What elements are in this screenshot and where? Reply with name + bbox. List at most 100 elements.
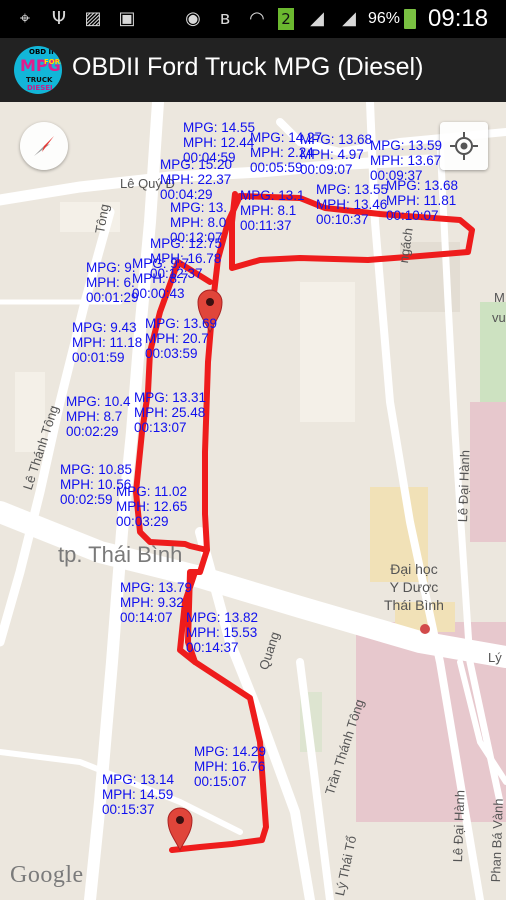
- compass-icon: [34, 136, 54, 156]
- battery-percent: 96%: [368, 10, 401, 27]
- tag-line: MPG: 13.79: [120, 580, 193, 595]
- tag-line: MPH: 8.0: [170, 215, 227, 230]
- tag-line: MPG: 9.: [86, 260, 136, 275]
- mpg-tag[interactable]: MPG: 14.29 MPH: 16.76 00:15:07: [194, 744, 266, 789]
- mpg-tag[interactable]: MPG: 13.68 MPH: 4.97 00:09:07: [300, 132, 372, 177]
- location-icon: ⌖: [19, 8, 31, 29]
- tag-line: MPG: 14.29: [194, 744, 267, 759]
- logo-ford-text: FORD: [44, 58, 62, 66]
- tag-line: MPH: 22.37: [160, 172, 232, 187]
- signal-icon-2: ◢: [342, 8, 356, 29]
- logo-truck-text: TRUCK: [26, 76, 53, 84]
- tag-line: 00:13:07: [134, 420, 187, 435]
- tag-line: MPH: 12.65: [116, 499, 188, 514]
- tag-line: MPH: 11.18: [72, 335, 143, 350]
- tag-line: MPH: 11.81: [386, 193, 457, 208]
- tag-line: MPH: 14.59: [102, 787, 174, 802]
- tag-line: MPG: 13.1: [240, 188, 305, 203]
- mpg-tag[interactable]: MPG: 9.7 MPH: 8.7 00:00:43: [132, 256, 189, 301]
- tag-line: MPG: 14.55: [183, 120, 256, 135]
- tag-line: MPG: 13.82: [186, 610, 259, 625]
- sim-badge: 2: [278, 8, 294, 30]
- tag-line: 00:02:29: [66, 424, 119, 439]
- mpg-tag[interactable]: MPG: 13.31 MPH: 25.48 00:13:07: [134, 390, 206, 435]
- mpg-tag[interactable]: MPG: 13.68 MPH: 11.81 00:10:07: [386, 178, 458, 223]
- logo-diesel-text: DIESEL: [27, 84, 55, 92]
- place-label-line: Y Dược: [389, 579, 439, 595]
- tag-line: MPG: 12.75: [150, 236, 223, 251]
- mpg-tag[interactable]: MPG: 13.82 MPH: 15.53 00:14:37: [186, 610, 258, 655]
- street-label: M: [494, 290, 505, 305]
- tag-line: MPG: 13.31: [134, 390, 207, 405]
- tag-line: 00:14:37: [186, 640, 239, 655]
- briefcase-icon: ▣: [118, 8, 136, 29]
- my-location-icon: [450, 132, 478, 160]
- street-label: Lê Đại Hành: [450, 789, 468, 863]
- tag-line: 00:00:43: [132, 286, 185, 301]
- map-view[interactable]: Lê Quý Đ Tông Lê Thánh Tông ngách Lê Đại…: [0, 102, 506, 900]
- eye-icon: ◉: [185, 8, 201, 29]
- mpg-tag[interactable]: MPG: 11.02 MPH: 12.65 00:03:29: [116, 484, 187, 529]
- tag-line: MPG: 13.68: [300, 132, 373, 147]
- tag-line: MPH: 8.7: [132, 271, 189, 286]
- mpg-tag[interactable]: MPG: 13.69 MPH: 20.7 00:03:59: [145, 316, 217, 361]
- tag-line: MPH: 20.7: [145, 331, 209, 346]
- status-bar: ⌖ Ψ ▨ ▣ ◉ ʙ ◠ 2 ◢ ◢ 96% 09:18: [0, 0, 506, 38]
- tag-line: MPH: 13.46: [316, 197, 388, 212]
- mpg-tag[interactable]: MPG: 13.14 MPH: 14.59 00:15:37: [102, 772, 174, 817]
- battery-icon: [404, 9, 416, 29]
- tag-line: MPG: 13.55: [316, 182, 389, 197]
- mpg-tag[interactable]: MPG: 9. MPH: 6. 00:01:29: [86, 260, 139, 305]
- tag-line: 00:03:59: [145, 346, 198, 361]
- city-label: tp. Thái Bình: [58, 542, 183, 567]
- tag-line: MPH: 25.48: [134, 405, 206, 420]
- tag-line: MPG: 11.02: [116, 484, 188, 499]
- tag-line: MPG: 9.43: [72, 320, 137, 335]
- hospital-icon[interactable]: [420, 624, 430, 634]
- tag-line: 00:14:07: [120, 610, 173, 625]
- logo-obd-text: OBD II: [29, 48, 54, 56]
- signal-icon: ◢: [310, 8, 324, 29]
- tag-line: MPG: 10.4: [66, 394, 131, 409]
- app-title: OBDII Ford Truck MPG (Diesel): [72, 53, 424, 81]
- mpg-tag[interactable]: MPG: 13.79 MPH: 9.32 00:14:07: [120, 580, 192, 625]
- tag-line: MPH: 8.1: [240, 203, 297, 218]
- place-label-university: Đại học Y Dược Thái Bình: [384, 560, 444, 614]
- street-label: vu: [492, 310, 506, 325]
- tag-line: MPH: 16.76: [194, 759, 266, 774]
- tag-line: 00:15:07: [194, 774, 247, 789]
- mpg-tag[interactable]: MPG: 13.1 MPH: 8.1 00:11:37: [240, 188, 305, 233]
- tag-line: MPG: 13.14: [102, 772, 175, 787]
- tag-line: 00:11:37: [240, 218, 292, 233]
- street-label: Lê Đại Hành: [455, 449, 473, 523]
- app-bar: OBD II MPG FORD TRUCK DIESEL OBDII Ford …: [0, 38, 506, 103]
- wifi-icon: ◠: [249, 8, 265, 29]
- tag-line: 00:03:29: [116, 514, 169, 529]
- app-logo[interactable]: OBD II MPG FORD TRUCK DIESEL: [14, 46, 62, 94]
- tag-line: MPH: 13.67: [370, 153, 442, 168]
- tag-line: 00:01:59: [72, 350, 125, 365]
- street-label: Phan Bá Vành: [488, 798, 506, 883]
- bluetooth-icon: ʙ: [219, 8, 231, 29]
- my-location-button[interactable]: [440, 122, 488, 170]
- mpg-tag[interactable]: MPG: 10.4 MPH: 8.7 00:02:29: [66, 394, 131, 439]
- tag-line: MPG: 15.20: [160, 157, 233, 172]
- mpg-tag[interactable]: MPG: 13.59 MPH: 13.67 00:09:37: [370, 138, 442, 183]
- compass-button[interactable]: [20, 122, 68, 170]
- mpg-tag[interactable]: MPG: 13.55 MPH: 13.46 00:10:37: [316, 182, 388, 227]
- google-attribution: Google: [10, 862, 84, 888]
- tag-line: MPG: 13.59: [370, 138, 443, 153]
- tag-line: MPH: 4.97: [300, 147, 364, 162]
- tag-line: MPG: 10.85: [60, 462, 133, 477]
- tag-line: 00:15:37: [102, 802, 155, 817]
- mpg-tag[interactable]: MPG: 15.20 MPH: 22.37 00:04:29: [160, 157, 232, 202]
- tag-line: MPH: 12.44: [183, 135, 255, 150]
- tag-line: MPG: 13.69: [145, 316, 218, 331]
- tag-line: MPH: 9.32: [120, 595, 184, 610]
- mpg-tag[interactable]: MPG: 9.43 MPH: 11.18 00:01:59: [72, 320, 142, 365]
- tag-line: MPH: 15.53: [186, 625, 258, 640]
- tag-line: MPG: 13.68: [386, 178, 459, 193]
- tag-line: MPG: 13.: [170, 200, 228, 215]
- tag-line: MPH: 8.7: [66, 409, 123, 424]
- tag-line: 00:10:37: [316, 212, 369, 227]
